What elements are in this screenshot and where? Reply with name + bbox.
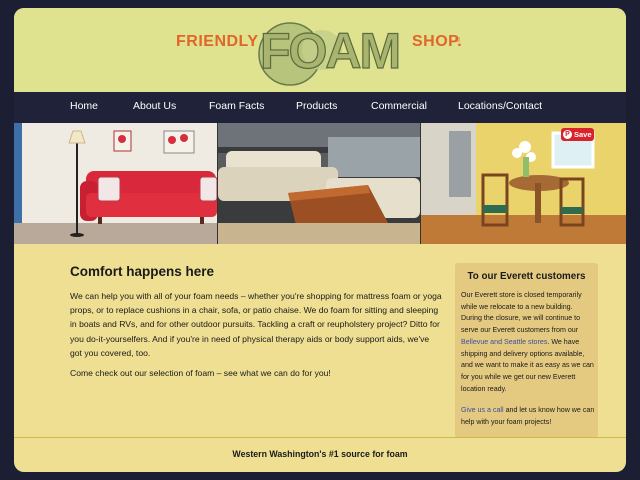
page: FRIENDLY FOAM SHOP. ® Home About Us Foam… — [14, 8, 626, 472]
site-header: FRIENDLY FOAM SHOP. ® — [14, 8, 626, 92]
footer-divider — [14, 437, 626, 438]
page-heading: Comfort happens here — [70, 264, 215, 279]
logo-word-foam: FOAM — [260, 23, 399, 79]
living-room-photo — [14, 123, 217, 244]
intro-paragraph: We can help you with all of your foam ne… — [70, 291, 442, 358]
registered-mark: ® — [455, 37, 461, 44]
bellevue-seattle-stores-link[interactable]: Bellevue and Seattle stores — [461, 338, 547, 346]
nav-locations-contact[interactable]: Locations/Contact — [458, 100, 542, 112]
nav-home[interactable]: Home — [70, 100, 98, 112]
closure-text-end: . We have shipping and delivery options … — [461, 337, 594, 393]
dining-room-photo — [421, 123, 626, 244]
boat-interior-photo — [218, 123, 420, 244]
foam-logo[interactable]: FOAM — [252, 14, 414, 88]
save-label: Save — [574, 130, 592, 139]
nav-foam-facts[interactable]: Foam Facts — [209, 100, 264, 112]
nav-products[interactable]: Products — [296, 100, 337, 112]
nav-about-us[interactable]: About Us — [133, 100, 176, 112]
cta-paragraph: Come check out our selection of foam – s… — [70, 368, 331, 378]
sidebar-call-paragraph: Give us a call and let us know how we ca… — [461, 405, 595, 428]
pinterest-icon: P — [563, 130, 572, 139]
nav-commercial[interactable]: Commercial — [371, 100, 427, 112]
hero-banner — [14, 123, 626, 244]
sidebar-closure-paragraph: Our Everett store is closed temporarily … — [461, 290, 595, 395]
logo-word-friendly[interactable]: FRIENDLY — [176, 33, 259, 51]
footer-tagline: Western Washington's #1 source for foam — [232, 449, 408, 459]
main-nav: Home About Us Foam Facts Products Commer… — [14, 92, 626, 123]
closure-text-start: Our Everett store is closed temporarily … — [461, 291, 582, 335]
give-us-a-call-link[interactable]: Give us a call — [461, 406, 504, 414]
sidebar-heading: To our Everett customers — [467, 271, 586, 282]
everett-notice-box: To our Everett customers Our Everett sto… — [455, 263, 598, 438]
pinterest-save-button[interactable]: P Save — [561, 128, 594, 141]
